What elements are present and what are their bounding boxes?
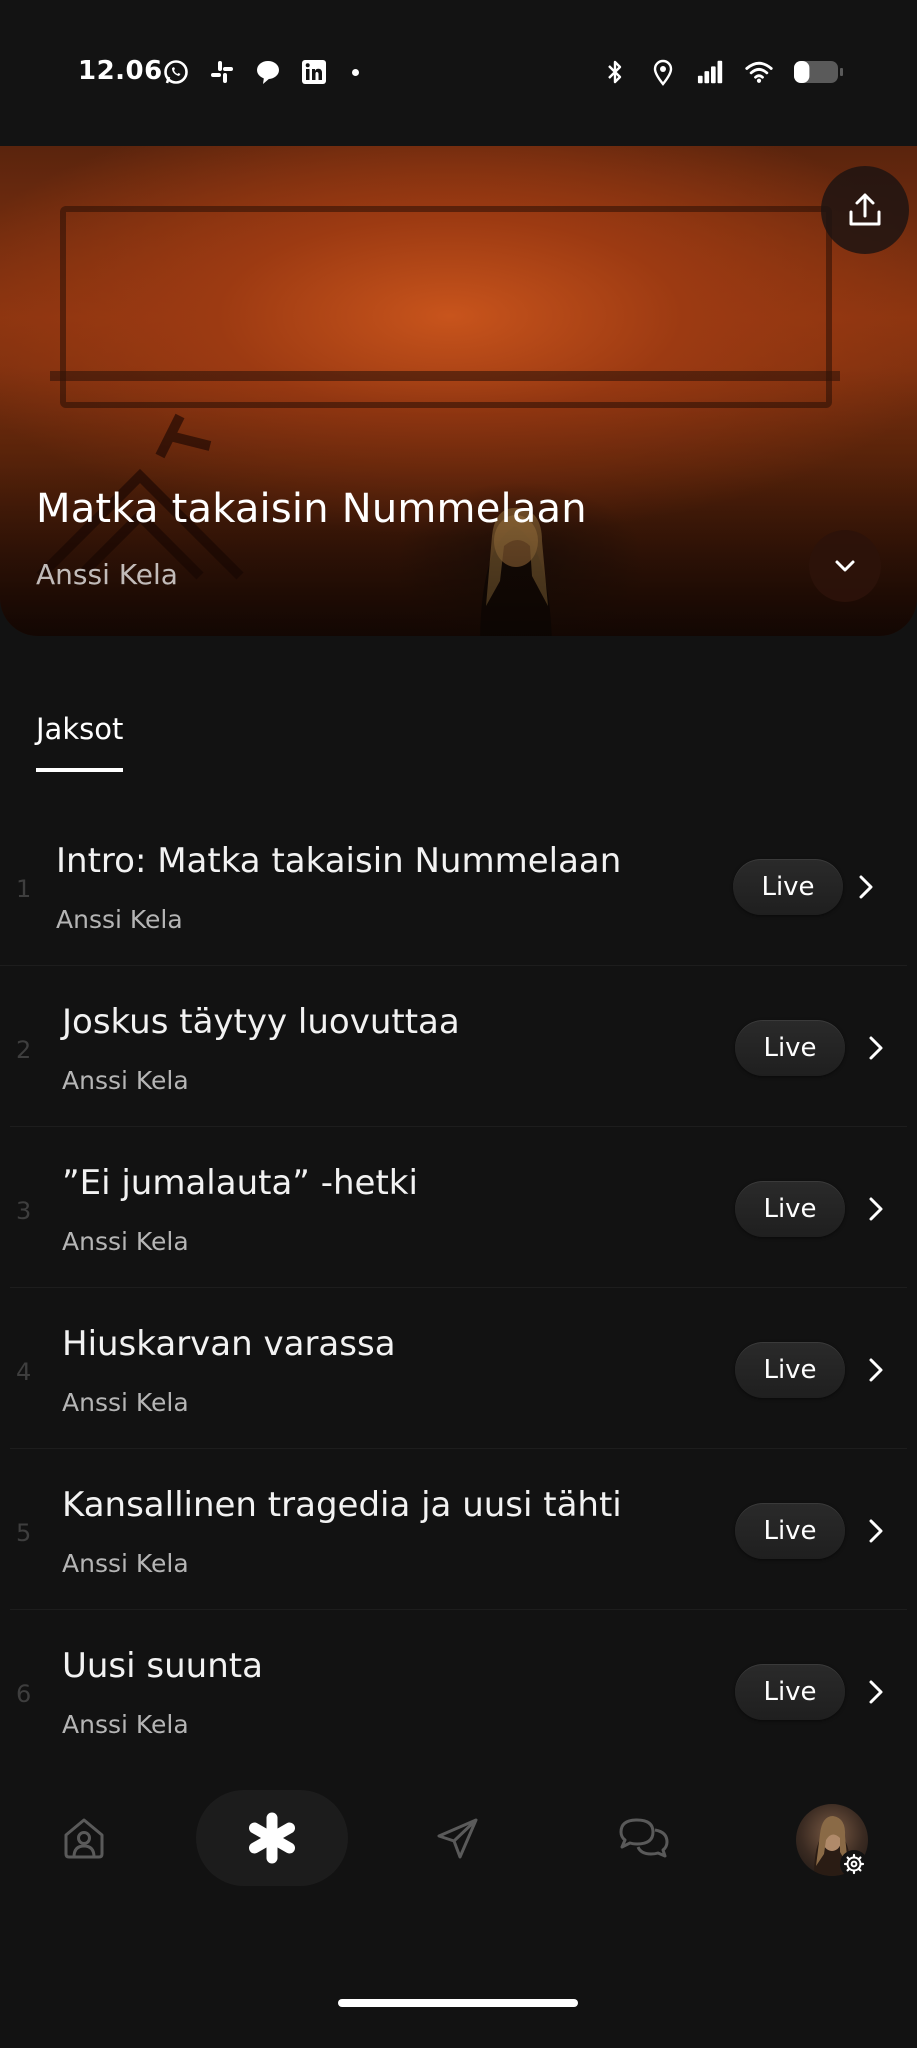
episode-number: 6 [16,1680,32,1708]
tab-jaksot[interactable]: Jaksot [36,712,124,772]
list-item[interactable]: 3 ”Ei jumalauta” -hetki Anssi Kela Live [10,1127,907,1288]
settings-icon[interactable] [840,1850,868,1878]
home-indicator[interactable] [338,1999,578,2007]
home-icon [64,1818,104,1859]
whatsapp-icon [162,58,190,86]
notification-icons [162,58,359,86]
episode-title: Hiuskarvan varassa [62,1324,396,1364]
dot-icon [352,68,359,76]
podcast-artist[interactable]: Anssi Kela [36,558,178,591]
chevron-right-icon[interactable] [861,1354,891,1386]
live-button[interactable]: Live [735,1020,845,1076]
share-icon [849,193,881,226]
bluetooth-icon [601,58,629,86]
episode-title: ”Ei jumalauta” -hetki [62,1163,418,1203]
nav-home[interactable] [34,1788,134,1888]
chevron-right-icon[interactable] [861,1032,891,1064]
episode-artist: Anssi Kela [62,1710,189,1739]
episode-number: 4 [16,1358,32,1386]
live-button[interactable]: Live [733,859,843,915]
list-item[interactable]: 2 Joskus täytyy luovuttaa Anssi Kela Liv… [10,966,907,1127]
episode-artist: Anssi Kela [62,1066,189,1095]
wifi-icon [745,58,773,86]
app-screen: 12.06 Matka takaisin Nummelaan Anssi Kel… [0,0,917,2048]
slack-icon [208,58,236,86]
chevron-right-icon[interactable] [851,871,881,903]
episode-title: Joskus täytyy luovuttaa [62,1002,460,1042]
list-item[interactable]: 4 Hiuskarvan varassa Anssi Kela Live [10,1288,907,1449]
list-item[interactable]: 6 Uusi suunta Anssi Kela Live [10,1610,907,1770]
asterisk-icon [249,1812,295,1864]
live-button[interactable]: Live [735,1342,845,1398]
linkedin-icon [300,58,328,86]
live-button[interactable]: Live [735,1664,845,1720]
episode-title: Kansallinen tragedia ja uusi tähti [62,1485,622,1525]
location-icon [649,58,677,86]
episode-title: Uusi suunta [62,1646,263,1686]
episode-number: 2 [16,1036,32,1064]
episode-number: 3 [16,1197,32,1225]
chevron-right-icon[interactable] [861,1193,891,1225]
tab-bar: Jaksot [36,712,124,772]
status-time: 12.06 [78,56,163,86]
chevron-right-icon[interactable] [861,1676,891,1708]
list-item[interactable]: 5 Kansallinen tragedia ja uusi tähti Ans… [10,1449,907,1610]
nav-messages[interactable] [594,1788,694,1888]
episode-number: 5 [16,1519,32,1547]
nav-podcasts[interactable] [222,1788,322,1888]
episode-artist: Anssi Kela [62,1227,189,1256]
nav-send[interactable] [408,1788,508,1888]
episode-list: 1 Intro: Matka takaisin Nummelaan Anssi … [0,805,917,1770]
episode-number: 1 [16,875,32,903]
podcast-hero: Matka takaisin Nummelaan Anssi Kela [0,146,917,636]
podcast-title: Matka takaisin Nummelaan [36,486,587,532]
live-button[interactable]: Live [735,1181,845,1237]
chevron-down-icon [835,560,855,572]
share-button[interactable] [821,166,909,254]
messages-icon [619,1818,669,1858]
episode-artist: Anssi Kela [56,905,183,934]
chat-icon [254,58,282,86]
bottom-nav [0,1778,917,1898]
episode-artist: Anssi Kela [62,1549,189,1578]
status-bar: 12.06 [0,0,917,146]
signal-icon [697,58,725,86]
episode-artist: Anssi Kela [62,1388,189,1417]
episode-title: Intro: Matka takaisin Nummelaan [56,841,622,881]
send-icon [437,1818,478,1859]
system-icons [601,58,845,86]
list-item[interactable]: 1 Intro: Matka takaisin Nummelaan Anssi … [0,805,907,966]
chevron-right-icon[interactable] [861,1515,891,1547]
live-button[interactable]: Live [735,1503,845,1559]
battery-icon [793,58,845,86]
expand-button[interactable] [809,530,881,602]
